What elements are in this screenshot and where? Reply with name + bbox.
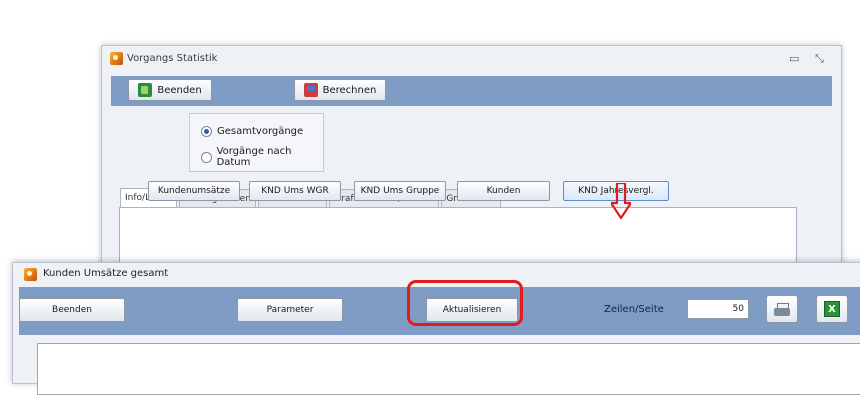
beenden-label: Beenden — [157, 84, 202, 96]
beenden-button[interactable]: Beenden — [19, 298, 125, 322]
tab-panel — [119, 207, 797, 265]
beenden-button[interactable]: Beenden — [128, 79, 212, 101]
window-title: Vorgangs Statistik — [127, 53, 218, 64]
radio-selected-icon — [201, 126, 212, 137]
window-title: Kunden Umsätze gesamt — [43, 268, 169, 279]
title-bar: Vorgangs Statistik ▭ ⤡ — [102, 46, 841, 74]
knd-ums-wgr-button[interactable]: KND Ums WGR — [249, 181, 341, 201]
berechnen-label: Berechnen — [322, 84, 377, 96]
vorgangs-statistik-window: Vorgangs Statistik ▭ ⤡ Beenden Berechnen… — [101, 45, 842, 267]
zeilen-seite-label: Zeilen/Seite — [604, 304, 664, 315]
app-icon — [24, 268, 37, 281]
radio-gesamtvorgaenge[interactable]: Gesamtvorgänge — [201, 126, 303, 137]
toolbar: Beenden Berechnen — [111, 76, 832, 106]
zeilen-seite-input[interactable]: 50 — [687, 299, 749, 319]
calculator-icon — [303, 83, 318, 97]
kundenumsaetze-button[interactable]: Kundenumsätze — [148, 181, 240, 201]
printer-icon — [774, 302, 790, 316]
radio-label: Gesamtvorgänge — [217, 126, 304, 137]
close-icon[interactable]: ⤡ — [815, 53, 824, 65]
print-button[interactable] — [766, 295, 798, 323]
annotation-highlight-ring — [407, 280, 523, 326]
mode-radio-group: Gesamtvorgänge Vorgänge nach Datum — [189, 113, 324, 172]
radio-unselected-icon — [201, 151, 212, 163]
annotation-arrow-icon — [611, 183, 631, 219]
berechnen-button[interactable]: Berechnen — [294, 79, 386, 101]
excel-export-button[interactable]: X — [816, 295, 848, 323]
kunden-button[interactable]: Kunden — [457, 181, 550, 201]
radio-label: Vorgänge nach Datum — [216, 146, 292, 168]
minimize-icon[interactable]: ▭ — [789, 53, 799, 65]
results-area — [37, 343, 860, 395]
parameter-button[interactable]: Parameter — [237, 298, 343, 322]
app-icon — [110, 52, 123, 65]
knd-ums-gruppe-button[interactable]: KND Ums Gruppe — [354, 181, 446, 201]
radio-vorgaenge-nach-datum[interactable]: Vorgänge nach Datum — [201, 146, 323, 168]
exit-icon — [138, 83, 153, 97]
excel-icon: X — [824, 301, 840, 317]
